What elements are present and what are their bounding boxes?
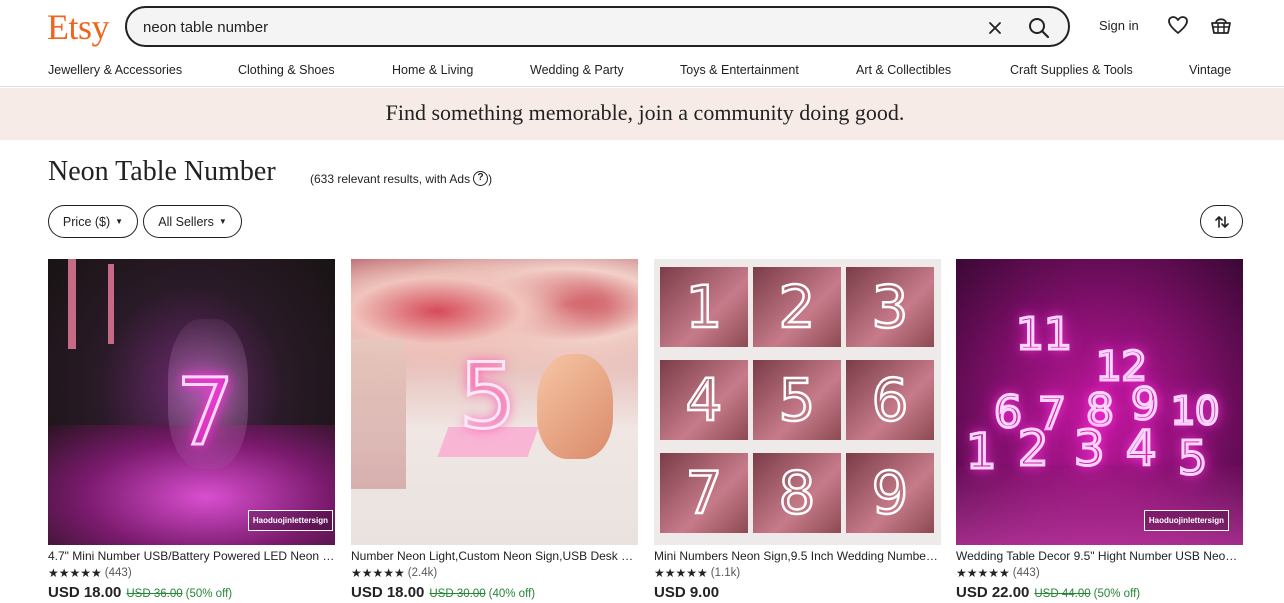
sale-price: USD 22.00 <box>956 584 1030 601</box>
product-title[interactable]: Mini Numbers Neon Sign,9.5 Inch Wedding … <box>654 549 941 563</box>
category-art[interactable]: Art & Collectibles <box>856 63 951 77</box>
sale-price: USD 18.00 <box>48 584 122 601</box>
category-clothing[interactable]: Clothing & Shoes <box>238 63 335 77</box>
close-icon <box>989 22 1001 34</box>
neon-digit: 5 <box>1176 430 1208 487</box>
cart-button[interactable] <box>1209 13 1233 37</box>
discount: (50% off) <box>185 588 233 600</box>
price-row: USD 18.00 USD 36.00 (50% off) <box>48 584 336 601</box>
sellers-filter-label: All Sellers <box>158 214 214 229</box>
caret-down-icon: ▼ <box>218 217 227 226</box>
product-card[interactable]: 5 Number Neon Light,Custom Neon Sign,USB… <box>351 259 639 601</box>
category-wedding[interactable]: Wedding & Party <box>530 63 624 77</box>
review-count: (1.1k) <box>710 567 741 579</box>
search-bar <box>125 6 1070 47</box>
review-count: (443) <box>104 567 132 579</box>
caret-down-icon: ▼ <box>115 217 124 226</box>
neon-digit: 2 <box>1017 420 1051 479</box>
neon-digit: 4 <box>1125 420 1159 479</box>
sign-in-link[interactable]: Sign in <box>1099 18 1139 33</box>
neon-digit: 11 <box>1015 308 1074 362</box>
banner-text: Find something memorable, join a communi… <box>385 100 905 125</box>
search-input[interactable] <box>143 17 963 37</box>
help-icon[interactable]: ? <box>473 171 489 186</box>
sale-price: USD 9.00 <box>654 584 720 601</box>
category-nav: Jewellery & Accessories Clothing & Shoes… <box>0 61 1284 87</box>
favorites-button[interactable] <box>1166 13 1190 37</box>
search-icon <box>1029 18 1050 39</box>
neon-digit: 3 <box>1073 420 1107 479</box>
number-tile: 6 <box>846 360 934 440</box>
sort-button[interactable] <box>1200 205 1243 238</box>
price-filter-label: Price ($) <box>62 214 111 229</box>
original-price: USD 44.00 <box>1034 588 1091 600</box>
number-tile: 9 <box>846 453 934 533</box>
results-close-paren: ) <box>488 171 493 186</box>
neon-digit: 7 <box>175 358 237 468</box>
product-title[interactable]: Wedding Table Decor 9.5" Hight Number US… <box>956 549 1243 563</box>
category-jewellery[interactable]: Jewellery & Accessories <box>48 63 182 77</box>
rating: ★★★★★ (2.4k) <box>351 566 639 580</box>
star-icons: ★★★★★ <box>48 566 102 580</box>
category-toys[interactable]: Toys & Entertainment <box>680 63 799 77</box>
rating: ★★★★★ (443) <box>48 566 336 580</box>
price-filter-button[interactable]: Price ($) ▼ <box>48 205 138 238</box>
etsy-logo[interactable]: Etsy <box>47 6 110 48</box>
clear-search-button[interactable] <box>984 17 1006 39</box>
price-row: USD 9.00 <box>654 584 942 601</box>
number-tile: 8 <box>753 453 841 533</box>
product-title[interactable]: Number Neon Light,Custom Neon Sign,USB D… <box>351 549 638 563</box>
product-card[interactable]: 1 2 3 4 5 6 7 8 9 Mini Numbers Neon Sign… <box>654 259 942 601</box>
product-title[interactable]: 4.7" Mini Number USB/Battery Powered LED… <box>48 549 335 563</box>
rating: ★★★★★ (1.1k) <box>654 566 942 580</box>
category-craft[interactable]: Craft Supplies & Tools <box>1010 63 1133 77</box>
watermark: Haoduojinlettersign <box>1143 510 1229 531</box>
sale-price: USD 18.00 <box>351 584 425 601</box>
sort-icon <box>1214 215 1229 228</box>
review-count: (443) <box>1012 567 1040 579</box>
product-image[interactable]: 5 <box>351 259 638 545</box>
discount: (40% off) <box>488 588 536 600</box>
product-image[interactable]: 11 12 6 7 8 9 10 1 2 3 4 5 Haoduojinlett… <box>956 259 1243 545</box>
star-icons: ★★★★★ <box>956 566 1010 580</box>
promo-banner: Find something memorable, join a communi… <box>0 88 1284 140</box>
product-image[interactable]: 1 2 3 4 5 6 7 8 9 <box>654 259 941 545</box>
number-tile: 4 <box>660 360 748 440</box>
number-tile: 1 <box>660 267 748 347</box>
rating: ★★★★★ (443) <box>956 566 1244 580</box>
page-title: Neon Table Number <box>48 156 276 187</box>
review-count: (2.4k) <box>407 567 438 579</box>
product-card[interactable]: 11 12 6 7 8 9 10 1 2 3 4 5 Haoduojinlett… <box>956 259 1244 601</box>
watermark: Haoduojinlettersign <box>247 510 333 531</box>
price-row: USD 18.00 USD 30.00 (40% off) <box>351 584 639 601</box>
original-price: USD 30.00 <box>429 588 486 600</box>
category-home[interactable]: Home & Living <box>392 63 473 77</box>
star-icons: ★★★★★ <box>351 566 405 580</box>
category-vintage[interactable]: Vintage <box>1189 63 1231 77</box>
product-image[interactable]: 7 Haoduojinlettersign <box>48 259 335 545</box>
number-tile: 3 <box>846 267 934 347</box>
basket-icon <box>1211 18 1231 34</box>
price-row: USD 22.00 USD 44.00 (50% off) <box>956 584 1244 601</box>
heart-icon <box>1168 16 1188 34</box>
neon-digit: 1 <box>965 423 999 482</box>
discount: (50% off) <box>1093 588 1141 600</box>
search-button[interactable] <box>1025 14 1053 42</box>
results-text: (633 relevant results, with Ads <box>310 171 471 186</box>
neon-digit: 10 <box>1169 388 1220 435</box>
number-tile: 5 <box>753 360 841 440</box>
number-tile: 7 <box>660 453 748 533</box>
star-icons: ★★★★★ <box>654 566 708 580</box>
original-price: USD 36.00 <box>126 588 183 600</box>
number-tile: 2 <box>753 267 841 347</box>
neon-digit: 5 <box>457 343 517 451</box>
sellers-filter-button[interactable]: All Sellers ▼ <box>143 205 242 238</box>
product-card[interactable]: 7 Haoduojinlettersign 4.7" Mini Number U… <box>48 259 336 601</box>
results-count: (633 relevant results, with Ads ? ) <box>310 171 492 186</box>
